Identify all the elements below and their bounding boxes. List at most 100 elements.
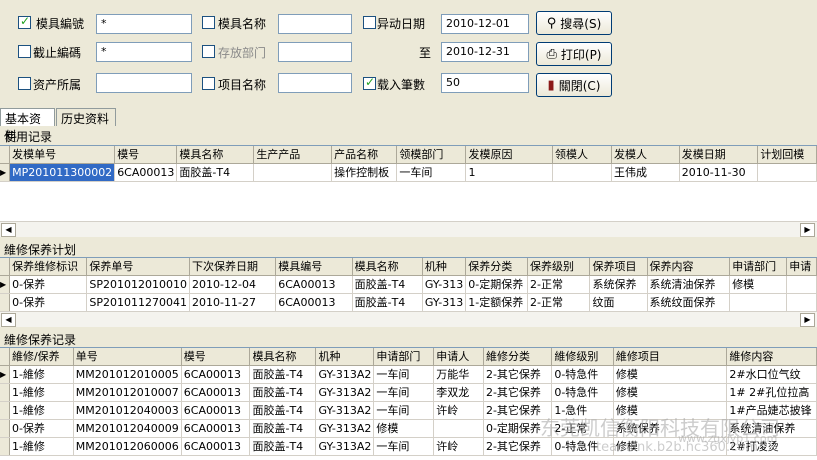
table-cell[interactable]: 面胶盖-T4: [352, 293, 423, 312]
column-header[interactable]: 模号: [181, 348, 251, 366]
column-header[interactable]: 維修/保养: [9, 348, 74, 366]
column-header[interactable]: 保养维修标识: [9, 258, 88, 276]
table-cell[interactable]: [433, 419, 484, 438]
table-cell[interactable]: GY-313: [422, 275, 467, 294]
table-row[interactable]: ▶ 1-維修 MM201012010005 6CA00013 面胶盖-T4 GY-313A…: [0, 365, 817, 384]
column-header[interactable]: 模具名称: [249, 348, 317, 366]
mold-no-input[interactable]: *: [96, 14, 192, 34]
asset-owner-checkbox[interactable]: [18, 77, 31, 90]
tab-history[interactable]: 历史资料: [56, 108, 116, 126]
table-cell[interactable]: 面胶盖-T4: [176, 163, 255, 182]
table-cell[interactable]: 系统清油保养: [647, 275, 731, 294]
table-cell[interactable]: 6CA00013: [181, 437, 251, 456]
table-cell[interactable]: 系统纹面保养: [647, 293, 731, 312]
row-indicator[interactable]: [0, 419, 10, 438]
table-cell[interactable]: 纹面: [589, 293, 648, 312]
date-from-input[interactable]: 2010-12-01: [441, 14, 529, 34]
table-cell[interactable]: 6CA00013: [181, 383, 251, 402]
table-cell[interactable]: MM201012010005: [73, 365, 182, 384]
table-cell[interactable]: 2-其它保养: [483, 365, 553, 384]
date-to-input[interactable]: 2010-12-31: [441, 42, 529, 62]
table-cell[interactable]: [786, 275, 817, 294]
row-indicator[interactable]: ▶: [0, 163, 11, 182]
table-row[interactable]: 1-維修 MM201012010007 6CA00013 面胶盖-T4 GY-313A2…: [0, 383, 817, 402]
column-header[interactable]: 下次保养日期: [189, 258, 277, 276]
table-cell[interactable]: 6CA00013: [114, 163, 178, 182]
table-cell[interactable]: 修模: [613, 365, 728, 384]
table-cell[interactable]: 2-其它保养: [483, 383, 553, 402]
column-header[interactable]: 机种: [315, 348, 375, 366]
table-cell[interactable]: 6CA00013: [275, 275, 353, 294]
search-button[interactable]: ⚲ 搜尋(S): [536, 11, 612, 35]
table-cell[interactable]: 面胶盖-T4: [249, 437, 317, 456]
mold-name-input[interactable]: [278, 14, 352, 34]
table-cell[interactable]: 一车间: [373, 437, 435, 456]
table-cell[interactable]: 一车间: [373, 383, 435, 402]
column-header[interactable]: 申请人: [433, 348, 484, 366]
table-cell[interactable]: 许岭: [433, 437, 484, 456]
column-header[interactable]: 发模人: [611, 146, 680, 164]
table-cell[interactable]: 6CA00013: [275, 293, 353, 312]
column-header[interactable]: 发模单号: [9, 146, 116, 164]
change-date-checkbox[interactable]: [363, 16, 376, 29]
table-cell[interactable]: 6CA00013: [181, 365, 251, 384]
row-indicator[interactable]: [0, 401, 10, 420]
row-indicator[interactable]: [0, 293, 11, 312]
table-cell[interactable]: 面胶盖-T4: [249, 383, 317, 402]
column-header[interactable]: 模具编号: [275, 258, 353, 276]
table-cell[interactable]: 面胶盖-T4: [352, 275, 423, 294]
project-name-checkbox[interactable]: [202, 77, 215, 90]
row-indicator[interactable]: ▶: [0, 275, 11, 294]
table-row[interactable]: 0-保养 SP201011270041 2010-11-27 6CA00013 面胶盖-…: [0, 293, 817, 312]
column-header[interactable]: 保养项目: [589, 258, 648, 276]
table-cell[interactable]: 修模: [729, 275, 788, 294]
mold-no-checkbox[interactable]: [18, 14, 31, 29]
table-cell[interactable]: GY-313A2: [315, 365, 375, 384]
storage-dept-input[interactable]: [278, 42, 352, 62]
usage-horizontal-scrollbar[interactable]: ◀ ▶: [0, 221, 817, 237]
table-cell[interactable]: [729, 293, 788, 312]
plan-horizontal-scrollbar[interactable]: ◀ ▶: [0, 311, 817, 327]
row-indicator[interactable]: ▶: [0, 365, 10, 384]
column-header[interactable]: 模具名称: [352, 258, 423, 276]
column-header[interactable]: 计划回模: [757, 146, 817, 164]
asset-owner-input[interactable]: [96, 73, 192, 93]
column-header[interactable]: 领模部门: [396, 146, 467, 164]
table-cell[interactable]: 修模: [373, 419, 435, 438]
end-no-checkbox[interactable]: [18, 45, 31, 58]
column-header[interactable]: 申请: [786, 258, 817, 276]
plan-grid[interactable]: 保养维修标识 保养单号 下次保养日期 模具编号 模具名称 机种 保养分类 保养级别 保养项目 保养…: [0, 257, 817, 312]
column-header[interactable]: 保养单号: [86, 258, 191, 276]
column-header[interactable]: 保养内容: [647, 258, 731, 276]
records-checkbox[interactable]: [363, 75, 376, 90]
table-cell[interactable]: 1: [465, 163, 554, 182]
table-cell[interactable]: 2010-11-27: [189, 293, 277, 312]
table-cell[interactable]: 2-正常: [527, 293, 591, 312]
row-indicator[interactable]: [0, 383, 10, 402]
table-cell[interactable]: 面胶盖-T4: [249, 419, 317, 438]
table-row[interactable]: ▶ MP201011300002 6CA00013 面胶盖-T4 操作控制板 一车间 1 王伟…: [0, 163, 817, 182]
column-header[interactable]: 机种: [422, 258, 467, 276]
row-indicator[interactable]: [0, 437, 10, 456]
table-cell[interactable]: [552, 163, 613, 182]
scroll-right-icon[interactable]: ▶: [800, 313, 815, 327]
table-cell[interactable]: GY-313A2: [315, 419, 375, 438]
mold-name-checkbox[interactable]: [202, 16, 215, 29]
tab-basic[interactable]: 基本资料: [0, 108, 55, 143]
table-cell[interactable]: MM201012040003: [73, 401, 182, 420]
column-header[interactable]: 领模人: [552, 146, 613, 164]
table-cell[interactable]: 2010-11-30: [679, 163, 759, 182]
table-cell[interactable]: 一车间: [373, 365, 435, 384]
usage-grid[interactable]: 发模单号 模号 模具名称 生产产品 产品名称 领模部门 发模原因 领模人 发模人 发模日期 计划回模…: [0, 145, 817, 223]
table-cell[interactable]: 修模: [613, 383, 728, 402]
table-cell[interactable]: 2#水口位气纹: [726, 365, 817, 384]
column-header[interactable]: 維修项目: [613, 348, 728, 366]
table-cell[interactable]: 1-維修: [9, 401, 74, 420]
table-cell[interactable]: MM201012040009: [73, 419, 182, 438]
column-header[interactable]: 維修级别: [551, 348, 614, 366]
table-cell[interactable]: 6CA00013: [181, 419, 251, 438]
table-cell[interactable]: 0-保养: [9, 419, 74, 438]
column-header[interactable]: 維修内容: [726, 348, 817, 366]
column-header[interactable]: 生产产品: [253, 146, 333, 164]
scroll-right-icon[interactable]: ▶: [800, 223, 815, 237]
